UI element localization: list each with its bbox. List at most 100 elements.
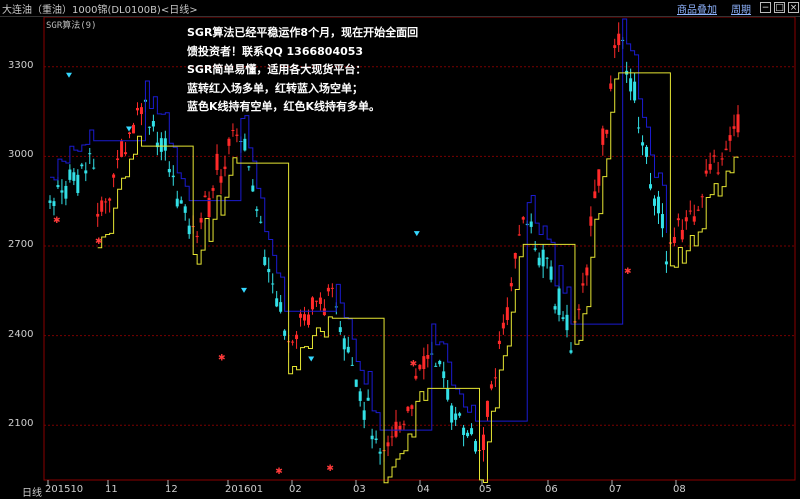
- candle-body: [641, 142, 645, 146]
- candle-body: [529, 221, 533, 227]
- candle-body: [645, 146, 649, 157]
- candle-body: [135, 107, 139, 111]
- candle-body: [211, 188, 215, 191]
- candle-body: [112, 174, 116, 178]
- candle-body: [732, 126, 736, 129]
- annotation-line-1: SGR算法已经平稳运作8个月，现在开始全面回: [187, 26, 419, 39]
- x-tick-label: 12: [165, 484, 178, 495]
- candle-body: [442, 371, 446, 379]
- candle-body: [370, 435, 374, 440]
- candle-body: [652, 198, 656, 206]
- candle-body: [48, 200, 52, 203]
- candle-body: [549, 266, 553, 280]
- candle-body: [728, 135, 732, 141]
- restore-icon[interactable]: □: [774, 2, 785, 13]
- candle-body: [215, 153, 219, 171]
- candle-body: [716, 172, 720, 174]
- candle-body: [167, 169, 171, 173]
- candle-body: [378, 451, 382, 454]
- candle-body: [116, 158, 120, 161]
- candle-body: [402, 423, 406, 425]
- candle-body: [235, 134, 239, 136]
- candle-body: [633, 81, 637, 101]
- candle-body: [56, 185, 60, 188]
- minimize-icon[interactable]: −: [760, 2, 771, 13]
- candle-body: [601, 128, 605, 145]
- candle-body: [124, 152, 128, 155]
- x-tick-label: 11: [105, 484, 118, 495]
- candle-body: [163, 138, 167, 151]
- chart-title: 大连油（重油）1000锦(DL0100B)<日线>: [2, 5, 198, 16]
- candle-body: [672, 236, 676, 244]
- candle-body: [64, 185, 68, 199]
- y-tick-label: 2700: [8, 239, 34, 251]
- candle-body: [203, 195, 207, 198]
- candle-body: [318, 297, 322, 304]
- long-signal-marker: ✱: [53, 216, 61, 226]
- long-signal-marker: ✱: [326, 464, 334, 474]
- x-tick-label: 02: [289, 484, 302, 495]
- candle-body: [545, 257, 549, 259]
- indicator-label: SGR算法(9): [46, 21, 97, 31]
- candle-body: [227, 138, 231, 146]
- candle-body: [183, 206, 187, 213]
- candle-body: [541, 249, 545, 267]
- candle-body: [223, 166, 227, 169]
- candle-body: [132, 124, 136, 134]
- candle-body: [569, 350, 573, 353]
- candle-body: [303, 314, 307, 321]
- candle-body: [120, 140, 124, 157]
- candle-body: [629, 78, 633, 92]
- close-icon[interactable]: ×: [788, 2, 799, 13]
- short-signal-marker: [66, 72, 72, 78]
- candle-body: [243, 138, 247, 151]
- candle-body: [151, 121, 155, 127]
- long-stop-line: [97, 72, 739, 484]
- candle-body: [394, 421, 398, 437]
- candle-body: [521, 217, 525, 220]
- overlay-button[interactable]: 商品叠加: [677, 1, 717, 16]
- candle-body: [613, 45, 617, 48]
- long-signal-marker: ✱: [624, 267, 632, 277]
- candle-body: [299, 313, 303, 318]
- candle-body: [326, 287, 330, 292]
- annotation-line-5: 蓝色K线持有空单，红色K线持有多单。: [187, 100, 381, 113]
- candle-body: [585, 267, 589, 276]
- candle-body: [295, 334, 299, 340]
- candle-body: [692, 216, 696, 222]
- candle-body: [537, 257, 541, 266]
- candle-body: [517, 234, 521, 236]
- annotation-line-4: 蓝转红入场多单，红转蓝入场空单；: [187, 81, 363, 95]
- annotation-line-3: SGR简单易懂，适用各大现货平台：: [187, 63, 367, 76]
- long-signal-marker: ✱: [410, 360, 418, 370]
- candle-body: [712, 155, 716, 157]
- y-tick-label: 2100: [8, 418, 34, 430]
- candle-body: [557, 288, 561, 315]
- candle-body: [736, 114, 740, 133]
- candle-body: [553, 306, 557, 310]
- candle-body: [454, 413, 458, 420]
- candle-body: [84, 170, 88, 174]
- candle-body: [450, 405, 454, 423]
- candle-body: [263, 256, 267, 265]
- candle-body: [493, 377, 497, 379]
- candle-body: [513, 253, 517, 259]
- candle-body: [406, 406, 410, 412]
- candle-body: [660, 214, 664, 229]
- candle-body: [354, 379, 358, 387]
- candle-body: [617, 33, 621, 46]
- candle-body: [462, 427, 466, 435]
- x-tick-label: 201510: [45, 484, 84, 495]
- candle-body: [139, 107, 143, 115]
- y-tick-label: 3000: [8, 149, 34, 161]
- period-button[interactable]: 周期: [731, 1, 751, 16]
- long-signal-marker: ✱: [218, 354, 226, 364]
- candle-body: [458, 413, 462, 416]
- candle-body: [271, 283, 275, 285]
- candle-body: [342, 338, 346, 350]
- candle-body: [310, 297, 314, 310]
- candle-body: [255, 209, 259, 211]
- candle-body: [314, 300, 318, 302]
- candle-body: [231, 130, 235, 132]
- x-tick-label: 08: [673, 484, 686, 495]
